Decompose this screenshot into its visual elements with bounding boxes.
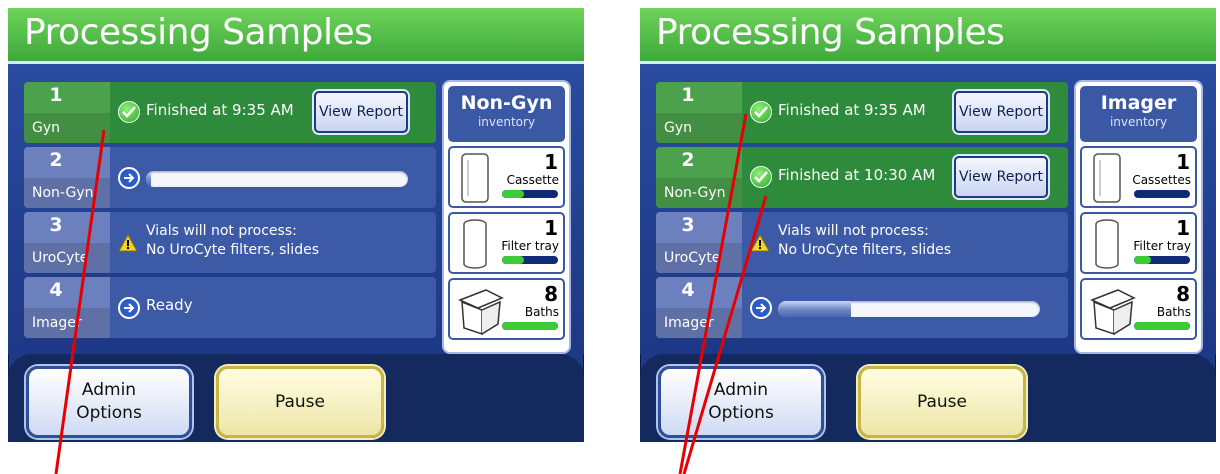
annotation-lines	[54, 113, 768, 474]
annotation-line	[682, 195, 768, 474]
annotation-line	[54, 129, 106, 474]
